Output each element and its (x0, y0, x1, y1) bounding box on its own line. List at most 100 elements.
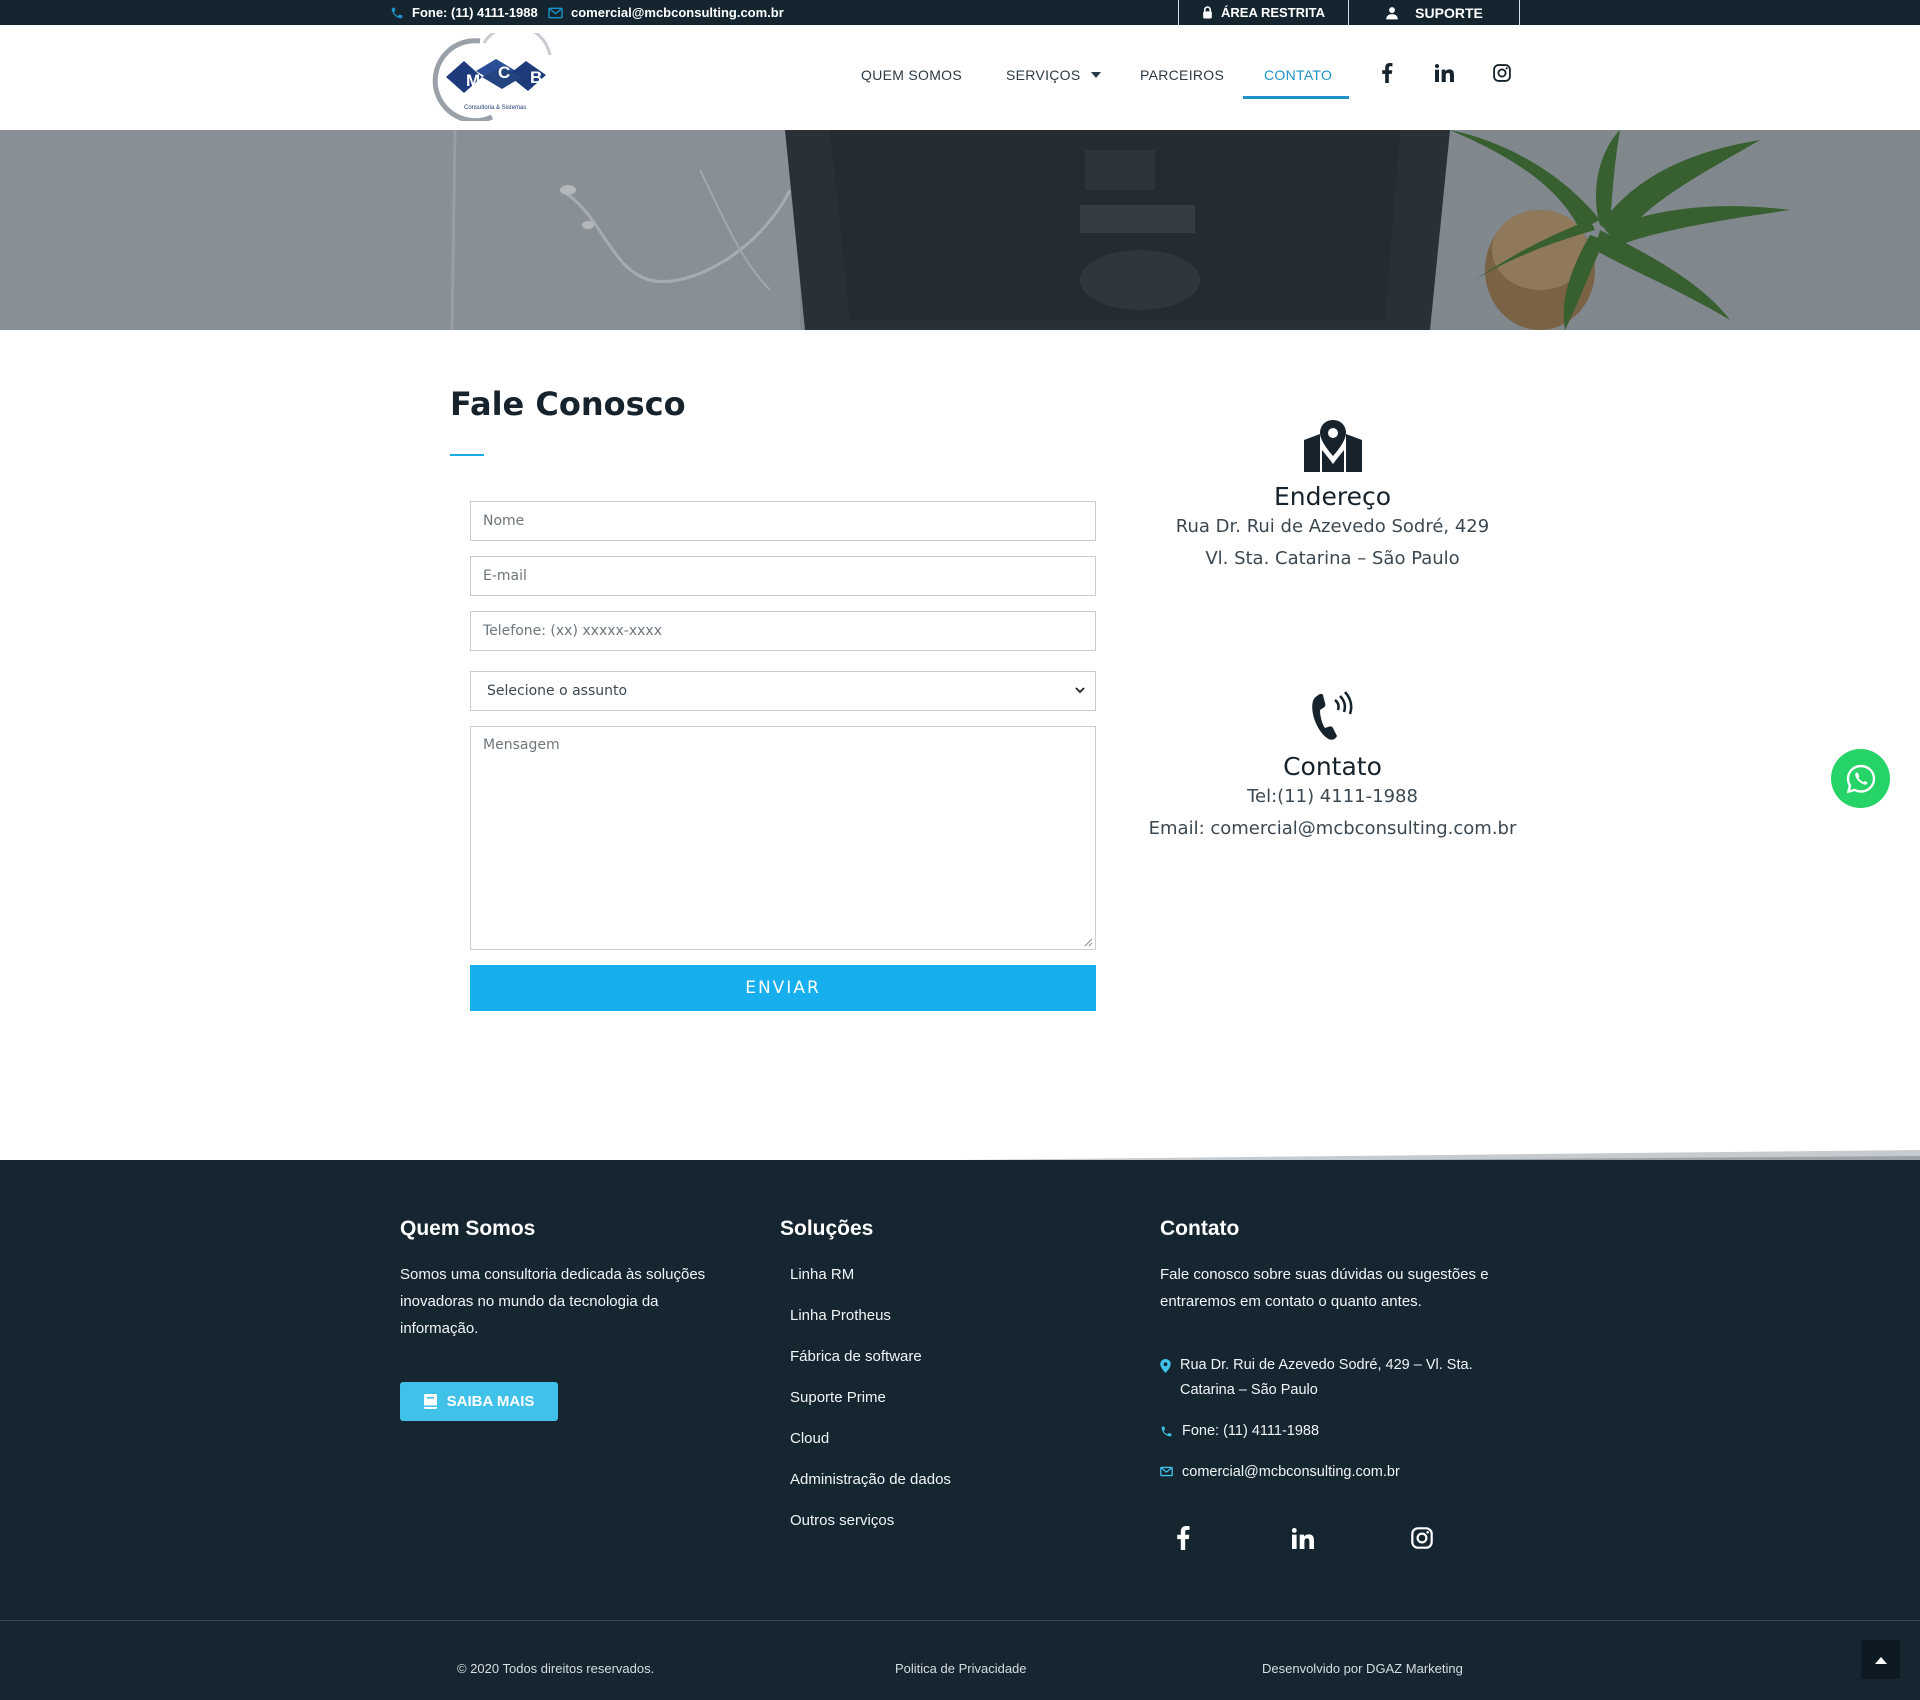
name-placeholder: Nome (483, 513, 525, 529)
topbar-phone[interactable]: Fone: (11) 4111-1988 (390, 0, 538, 25)
lock-icon (1203, 6, 1212, 19)
page-title: Fale Conosco (450, 385, 686, 423)
resize-handle-icon[interactable] (1084, 938, 1093, 947)
phone-icon (391, 7, 403, 18)
facebook-icon (1382, 63, 1393, 83)
send-button-label: ENVIAR (745, 978, 821, 998)
footer-solution-link[interactable]: Suporte Prime (790, 1389, 886, 1406)
nav-servicos[interactable]: SERVIÇOS (1006, 67, 1101, 83)
address-block: Endereço Rua Dr. Rui de Azevedo Sodré, 4… (1130, 420, 1535, 575)
subject-select[interactable]: Selecione o assunto (470, 671, 1096, 711)
site-header: M C B Consultoria & Sistemas QUEM SOMOS … (0, 24, 1920, 130)
footer-address: Rua Dr. Rui de Azevedo Sodré, 429 – Vl. … (1160, 1353, 1490, 1403)
hero-banner (0, 130, 1920, 330)
header-facebook-link[interactable] (1375, 61, 1399, 85)
footer-solution-link[interactable]: Cloud (790, 1430, 829, 1447)
whatsapp-button[interactable] (1831, 749, 1890, 808)
footer-about-text: Somos uma consultoria dedicada às soluçõ… (400, 1266, 706, 1337)
footer-solutions-title: Soluções (780, 1217, 874, 1240)
phone-icon (1161, 1426, 1172, 1437)
map-pin-icon (1160, 1359, 1171, 1373)
topbar-email[interactable]: comercial@mcbconsulting.com.br (548, 0, 784, 25)
logo-letter-b: B (530, 68, 542, 87)
footer-about-title: Quem Somos (400, 1217, 536, 1240)
address-line-2: Vl. Sta. Catarina – São Paulo (1205, 548, 1460, 569)
footer-contact-title: Contato (1160, 1217, 1240, 1240)
nav-quem-somos[interactable]: QUEM SOMOS (861, 67, 962, 83)
instagram-icon (1411, 1527, 1433, 1549)
book-icon (423, 1394, 437, 1409)
user-icon (1386, 6, 1398, 19)
phone-placeholder: Telefone: (xx) xxxxx-xxxx (483, 623, 662, 639)
nav-quem-somos-label: QUEM SOMOS (861, 67, 963, 83)
nav-active-indicator (1243, 96, 1349, 99)
footer-facebook-link[interactable] (1170, 1525, 1196, 1551)
footer-phone[interactable]: Fone: (11) 4111-1988 (1160, 1419, 1319, 1444)
saiba-mais-label: SAIBA MAIS (446, 1393, 535, 1410)
instagram-icon (1493, 64, 1511, 82)
footer-solution-link[interactable]: Administração de dados (790, 1471, 951, 1488)
whatsapp-icon (1846, 764, 1875, 793)
footer-solution-link[interactable]: Linha RM (790, 1266, 854, 1283)
mcb-logo[interactable]: M C B Consultoria & Sistemas (432, 24, 577, 124)
footer-solution-link[interactable]: Linha Protheus (790, 1307, 891, 1324)
subject-selected-value: Selecione o assunto (487, 683, 628, 699)
footer-solution-link[interactable]: Fábrica de software (790, 1348, 922, 1365)
phone-ringing-icon (1311, 691, 1352, 740)
contact-title: Contato (1283, 752, 1382, 781)
site-footer: Quem Somos Somos uma consultoria dedicad… (0, 1160, 1920, 1700)
header-linkedin-link[interactable] (1432, 61, 1456, 85)
footer-phone-text: Fone: (11) 4111-1988 (1182, 1423, 1320, 1439)
email-placeholder: E-mail (483, 568, 527, 584)
title-accent-line (450, 454, 484, 456)
nav-parceiros-label: PARCEIROS (1140, 67, 1225, 83)
facebook-icon (1177, 1526, 1190, 1550)
message-textarea[interactable]: Mensagem (470, 726, 1096, 950)
caret-down-icon (1090, 72, 1101, 78)
message-placeholder: Mensagem (483, 737, 560, 753)
send-button[interactable]: ENVIAR (470, 965, 1096, 1011)
header-instagram-link[interactable] (1490, 61, 1514, 85)
contact-block: Contato Tel:(11) 4111-1988 Email: comerc… (1130, 690, 1535, 845)
footer-solution-link[interactable]: Outros serviços (790, 1512, 894, 1529)
support-button[interactable]: SUPORTE (1348, 0, 1520, 25)
contact-phone[interactable]: Tel:(11) 4111-1988 (1130, 781, 1535, 813)
footer-contact-text: Fale conosco sobre suas dúvidas ou suges… (1160, 1266, 1489, 1310)
phone-field[interactable]: Telefone: (xx) xxxxx-xxxx (470, 611, 1096, 651)
copyright-text: © 2020 Todos direitos reservados. (457, 1661, 655, 1676)
footer-email[interactable]: comercial@mcbconsulting.com.br (1160, 1460, 1400, 1485)
privacy-policy-link[interactable]: Politica de Privacidade (895, 1661, 1027, 1676)
chevron-up-icon (1874, 1656, 1887, 1664)
top-bar: Fone: (11) 4111-1988 comercial@mcbconsul… (0, 0, 1920, 25)
hero-office-image (0, 130, 1920, 330)
back-to-top-button[interactable] (1861, 1640, 1900, 1679)
chevron-down-icon (1075, 687, 1085, 694)
envelope-icon (548, 7, 563, 18)
restricted-area-label: ÁREA RESTRITA (1221, 5, 1325, 20)
footer-instagram-link[interactable] (1409, 1525, 1435, 1551)
linkedin-icon (1434, 64, 1454, 82)
nav-parceiros[interactable]: PARCEIROS (1140, 67, 1224, 83)
map-marker-icon (1303, 420, 1362, 472)
footer-address-text: Rua Dr. Rui de Azevedo Sodré, 429 – Vl. … (1180, 1357, 1473, 1398)
envelope-icon (1160, 1466, 1173, 1477)
restricted-area-button[interactable]: ÁREA RESTRITA (1178, 0, 1349, 25)
name-field[interactable]: Nome (470, 501, 1096, 541)
footer-email-text: comercial@mcbconsulting.com.br (1182, 1464, 1400, 1480)
nav-servicos-label: SERVIÇOS (1006, 67, 1081, 83)
address-title: Endereço (1273, 482, 1392, 511)
support-label: SUPORTE (1415, 4, 1483, 21)
logo-letter-m: M (466, 71, 480, 90)
address-line-1: Rua Dr. Rui de Azevedo Sodré, 429 (1175, 516, 1490, 537)
nav-contato-label: CONTATO (1264, 67, 1333, 83)
email-field[interactable]: E-mail (470, 556, 1096, 596)
contact-email[interactable]: Email: comercial@mcbconsulting.com.br (1130, 813, 1535, 845)
logo-tagline: Consultoria & Sistemas (464, 105, 526, 111)
footer-linkedin-link[interactable] (1290, 1525, 1316, 1551)
nav-contato[interactable]: CONTATO (1264, 67, 1332, 83)
developer-credit-link[interactable]: Desenvolvido por DGAZ Marketing (1262, 1661, 1463, 1676)
linkedin-icon (1292, 1527, 1314, 1549)
saiba-mais-button[interactable]: SAIBA MAIS (400, 1382, 558, 1421)
logo-letter-c: C (498, 63, 510, 82)
topbar-email-text: comercial@mcbconsulting.com.br (571, 5, 784, 20)
